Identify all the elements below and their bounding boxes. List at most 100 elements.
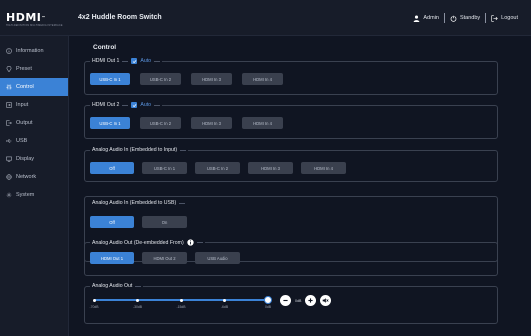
hdmi-out-1-group: HDMI Out 1 Auto USB-C In 1 USB-C In 2 HD… (84, 58, 498, 95)
embed-button-hdmi-4[interactable]: HDMI In 4 (301, 162, 346, 174)
legend-rule (154, 60, 161, 62)
auto-checkbox[interactable] (131, 58, 138, 64)
header-actions: Admin Standby Logout (408, 12, 523, 24)
hdmi-out-2-group: HDMI Out 2 Auto USB-C In 1 USB-C In 2 HD… (84, 102, 498, 139)
legend-label: HDMI Out 2 (92, 102, 120, 108)
volume-tick-dot[interactable] (136, 298, 139, 302)
user-menu[interactable]: Admin (408, 15, 444, 22)
sidebar-item-label: Display (16, 156, 35, 162)
volume-up-button[interactable] (305, 295, 317, 306)
monitor-icon (6, 156, 12, 162)
sidebar-item-label: Network (16, 174, 37, 180)
sidebar-item-label: USB (16, 138, 28, 144)
source-button-hdmi-3[interactable]: HDMI In 3 (191, 117, 232, 129)
deembed-button-usb-audio[interactable]: USB Audio (195, 252, 240, 264)
source-button-usbc-2[interactable]: USB-C In 2 (140, 117, 181, 129)
sidebar-item-network[interactable]: Network (0, 168, 68, 186)
embed-button-hdmi-3[interactable]: HDMI In 3 (248, 162, 293, 174)
source-button-usbc-1[interactable]: USB-C In 1 (90, 73, 130, 85)
app-title: 4x2 Huddle Room Switch (78, 14, 162, 21)
checkmark-icon (132, 103, 137, 107)
sidebar-item-label: Information (16, 48, 44, 54)
deembed-button-hdmi-out-1[interactable]: HDMI Out 1 (90, 252, 134, 264)
sidebar-item-preset[interactable]: Preset (0, 60, 68, 78)
sidebar-item-system[interactable]: System (0, 186, 68, 204)
embed-button-off[interactable]: Off (90, 162, 134, 174)
group-legend: Analog Audio Out (90, 283, 144, 289)
standby-label: Standby (459, 15, 481, 21)
usb-embed-button-row: Off On (90, 216, 187, 228)
volume-tick-dot[interactable] (92, 298, 96, 302)
group-legend: Analog Audio In (Embedded to Input) (90, 147, 189, 153)
legend-label: Analog Audio Out (De-embedded From) (92, 239, 184, 246)
volume-slider[interactable]: -70dB -30dB -15dB -6dB 0dB (89, 295, 272, 309)
sidebar-item-input[interactable]: Input (0, 96, 68, 114)
volume-tick-dot[interactable] (223, 298, 226, 302)
hdmi-logo: HDMI™ HIGH-DEFINITION MULTIMEDIA INTERFA… (6, 12, 66, 27)
sidebar-item-usb[interactable]: USB (0, 132, 68, 150)
logout-button[interactable]: Logout (486, 14, 523, 22)
group-legend: HDMI Out 2 Auto (90, 102, 163, 108)
sidebar-item-output[interactable]: Output (0, 114, 68, 132)
source-button-hdmi-4[interactable]: HDMI In 4 (242, 73, 283, 85)
embed-button-usbc-1[interactable]: USB-C In 1 (142, 162, 187, 174)
source-button-hdmi-4[interactable]: HDMI In 4 (242, 117, 283, 129)
legend-rule (122, 104, 129, 106)
analog-out-group: Analog Audio Out -70dB -30dB -15dB -6dB 0dB … (84, 283, 498, 324)
legend-label: Analog Audio Out (92, 283, 133, 289)
checkmark-icon (132, 59, 137, 63)
auto-label: Auto (140, 102, 152, 108)
source-button-usbc-1[interactable]: USB-C In 1 (90, 117, 130, 129)
volume-tick-label: -30dB (132, 305, 143, 309)
minus-icon (283, 299, 288, 302)
user-icon (414, 15, 420, 22)
embed-button-usbc-2[interactable]: USB-C In 2 (195, 162, 240, 174)
auto-label: Auto (140, 58, 152, 64)
sidebar-item-label: Output (16, 120, 33, 126)
top-header: HDMI™ HIGH-DEFINITION MULTIMEDIA INTERFA… (0, 0, 531, 36)
volume-tick-label: 0dB (264, 305, 272, 309)
sidebar-item-label: Input (16, 102, 29, 108)
logout-label: Logout (501, 15, 518, 21)
info-icon[interactable] (187, 239, 194, 246)
legend-rule (180, 149, 187, 151)
pin-icon (6, 66, 12, 72)
deembed-button-hdmi-out-2[interactable]: HDMI Out 2 (142, 252, 187, 264)
audio-embed-button-row: Off USB-C In 1 USB-C In 2 HDMI In 3 HDMI… (90, 162, 346, 174)
source-button-usbc-2[interactable]: USB-C In 2 (140, 73, 181, 85)
legend-label: Analog Audio In (Embedded to USB) (92, 200, 177, 206)
sidebar: Information Preset Control Input Output … (0, 36, 69, 336)
volume-thumb[interactable] (264, 296, 272, 304)
sidebar-item-display[interactable]: Display (0, 150, 68, 168)
sidebar-item-control[interactable]: Control (0, 78, 68, 96)
sidebar-item-label: System (16, 192, 35, 198)
logo-tagline: HIGH-DEFINITION MULTIMEDIA INTERFACE (6, 24, 63, 27)
usb-embed-button-on[interactable]: On (142, 216, 187, 228)
info-icon (6, 48, 12, 54)
legend-rule (154, 104, 161, 106)
legend-rule (122, 60, 129, 62)
analog-in-input-group: Analog Audio In (Embedded to Input) Off … (84, 147, 498, 182)
output-icon (6, 120, 12, 126)
control-panel: Control HDMI Out 1 Auto USB-C In 1 USB-C… (81, 36, 521, 336)
mute-button[interactable] (320, 295, 332, 306)
plus-icon (308, 298, 314, 303)
standby-button[interactable]: Standby (445, 15, 485, 22)
volume-tick-label: -70dB (89, 305, 99, 309)
auto-checkbox[interactable] (131, 102, 138, 108)
legend-rule (179, 202, 186, 204)
source-button-row: USB-C In 1 USB-C In 2 HDMI In 3 HDMI In … (90, 117, 283, 129)
input-icon (6, 102, 12, 108)
usb-embed-button-off[interactable]: Off (90, 216, 134, 228)
sidebar-item-label: Control (16, 84, 34, 90)
sliders-icon (6, 84, 12, 90)
volume-tick-label: -15dB (176, 305, 186, 309)
power-icon (450, 15, 457, 22)
deembed-button-row: HDMI Out 1 HDMI Out 2 USB Audio (90, 252, 240, 264)
sidebar-item-information[interactable]: Information (0, 42, 68, 60)
group-legend: Analog Audio Out (De-embedded From) (90, 239, 205, 246)
source-button-hdmi-3[interactable]: HDMI In 3 (191, 73, 232, 85)
volume-tick-dot[interactable] (179, 298, 183, 302)
logout-icon (491, 14, 498, 22)
volume-down-button[interactable] (280, 295, 291, 306)
